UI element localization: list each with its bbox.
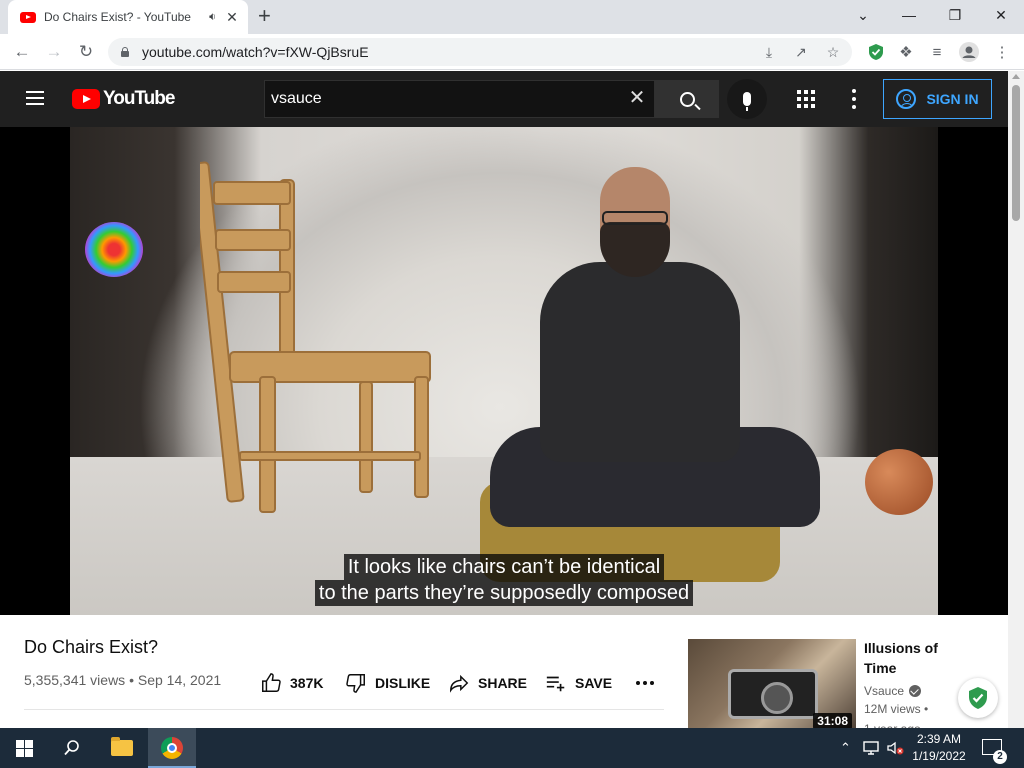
dislike-button[interactable]: DISLIKE: [345, 671, 430, 695]
notification-count-badge: 2: [993, 750, 1007, 764]
folder-icon: [111, 737, 133, 756]
clear-search-icon[interactable]: ✕: [626, 87, 648, 109]
reload-button[interactable]: ↻: [74, 40, 98, 64]
scroll-thumb[interactable]: [1012, 85, 1020, 221]
page-scrollbar[interactable]: [1008, 71, 1024, 728]
orange-ball: [865, 449, 933, 515]
caption-line-1: It looks like chairs can’t be identical: [343, 554, 665, 580]
recommended-views: 12M views •: [864, 702, 929, 716]
settings-more-icon[interactable]: [852, 89, 856, 109]
verified-check-icon: [909, 685, 922, 697]
youtube-apps-icon[interactable]: [797, 90, 815, 108]
security-shield-icon[interactable]: [958, 678, 998, 718]
recommended-video-thumbnail[interactable]: 31:08: [688, 639, 856, 733]
browser-tab-youtube[interactable]: Do Chairs Exist? - YouTube 🔉︎ ✕: [8, 0, 248, 34]
audio-playing-icon[interactable]: 🔉︎: [209, 11, 216, 24]
chrome-taskbar-button[interactable]: [148, 728, 196, 768]
show-hidden-icons[interactable]: ⌃: [840, 728, 851, 768]
network-icon[interactable]: [862, 728, 880, 768]
channel-name: Vsauce: [864, 684, 905, 698]
share-arrow-icon: [450, 674, 469, 693]
glasses: [602, 211, 668, 225]
video-player[interactable]: It looks like chairs can’t be identical …: [0, 127, 1008, 615]
thumbs-up-icon: [262, 673, 281, 692]
start-button[interactable]: [0, 728, 48, 768]
like-button[interactable]: 387K: [260, 671, 323, 695]
share-button[interactable]: SHARE: [448, 671, 527, 695]
youtube-logo[interactable]: YouTube: [72, 88, 175, 110]
share-label: SHARE: [478, 675, 528, 691]
sign-in-label: SIGN IN: [926, 91, 979, 107]
media-queue-icon[interactable]: ≡: [925, 40, 949, 64]
new-tab-button[interactable]: +: [258, 5, 271, 27]
account-circle-icon: [896, 89, 917, 109]
video-views-date: 5,355,341 views • Sep 14, 2021: [24, 672, 222, 688]
forward-button[interactable]: →: [42, 40, 66, 64]
close-window-button[interactable]: ✕: [978, 0, 1024, 30]
voice-search-button[interactable]: [727, 79, 767, 119]
playlist-add-icon: [546, 676, 565, 692]
camera-image: [728, 669, 818, 719]
search-button[interactable]: [655, 80, 719, 118]
tab-title: Do Chairs Exist? - YouTube: [44, 10, 191, 24]
url-text: youtube.com/watch?v=fXW-QjBsruE: [142, 44, 369, 60]
dislike-label: DISLIKE: [375, 675, 431, 691]
address-bar[interactable]: youtube.com/watch?v=fXW-QjBsruE ⤓ ↗ ☆: [108, 38, 852, 66]
share-icon[interactable]: ↗: [792, 43, 810, 61]
person-torso: [540, 262, 740, 462]
taskbar-clock[interactable]: 2:39 AM 1/19/2022: [904, 731, 974, 765]
windows-logo-icon: [15, 739, 33, 757]
colorful-pompom: [85, 222, 143, 277]
recommended-age: 1 year ago: [864, 720, 921, 728]
taskbar-search-button[interactable]: [48, 728, 96, 768]
windows-taskbar: ⌃ 2:39 AM 1/19/2022 2: [0, 728, 1024, 768]
search-icon: [679, 91, 695, 107]
tab-search-icon[interactable]: ⌄: [840, 0, 886, 30]
metadata-divider: [24, 709, 664, 710]
profile-avatar-icon[interactable]: [957, 40, 981, 64]
browser-tab-strip: Do Chairs Exist? - YouTube 🔉︎ ✕ + ⌄ — ❐ …: [0, 0, 1024, 34]
clock-date: 1/19/2022: [912, 749, 966, 763]
lock-icon[interactable]: [120, 47, 130, 57]
file-explorer-button[interactable]: [98, 728, 146, 768]
sign-in-button[interactable]: SIGN IN: [883, 79, 992, 119]
video-title: Do Chairs Exist?: [24, 637, 159, 657]
youtube-header: YouTube vsauce ✕ SIGN IN: [0, 71, 1008, 127]
caption-line-2: to the parts they’re supposedly composed: [314, 580, 694, 606]
youtube-play-logo-icon: [72, 89, 100, 109]
taskbar-search-icon: [64, 740, 79, 756]
volume-muted-icon[interactable]: [886, 728, 904, 768]
hamburger-menu-icon[interactable]: [26, 91, 44, 105]
save-button[interactable]: SAVE: [545, 671, 612, 695]
restore-button[interactable]: ❐: [932, 0, 978, 30]
browser-toolbar: ← → ↻ youtube.com/watch?v=fXW-QjBsruE ⤓ …: [0, 34, 1024, 70]
thumbs-down-icon: [346, 674, 365, 693]
recommended-channel[interactable]: Vsauce: [864, 684, 922, 698]
recommended-video-title[interactable]: Illusions of Time: [864, 638, 974, 678]
search-input[interactable]: vsauce: [264, 80, 655, 118]
install-icon[interactable]: ⤓: [760, 43, 778, 61]
more-actions-icon[interactable]: [635, 671, 655, 695]
video-frame[interactable]: [70, 127, 938, 615]
chrome-icon: [161, 737, 183, 759]
youtube-wordmark: YouTube: [103, 88, 175, 109]
extensions-puzzle-icon[interactable]: ❖: [894, 40, 918, 64]
clock-time: 2:39 AM: [916, 732, 962, 746]
microphone-icon: [743, 92, 751, 111]
scroll-up-arrow-icon[interactable]: [1012, 74, 1020, 79]
like-count: 387K: [290, 675, 324, 691]
bookmark-star-icon[interactable]: ☆: [824, 43, 842, 61]
back-button[interactable]: ←: [10, 40, 34, 64]
captions-overlay: It looks like chairs can’t be identical …: [0, 554, 1008, 606]
tab-close-icon[interactable]: ✕: [224, 9, 240, 26]
wooden-chair-image: [200, 161, 431, 513]
minimize-button[interactable]: —: [886, 0, 932, 30]
extension-shield-icon[interactable]: [864, 40, 888, 64]
save-label: SAVE: [575, 675, 613, 691]
video-duration: 31:08: [813, 713, 852, 729]
browser-menu-icon[interactable]: ⋮: [990, 40, 1014, 64]
youtube-favicon-icon: [20, 11, 36, 23]
